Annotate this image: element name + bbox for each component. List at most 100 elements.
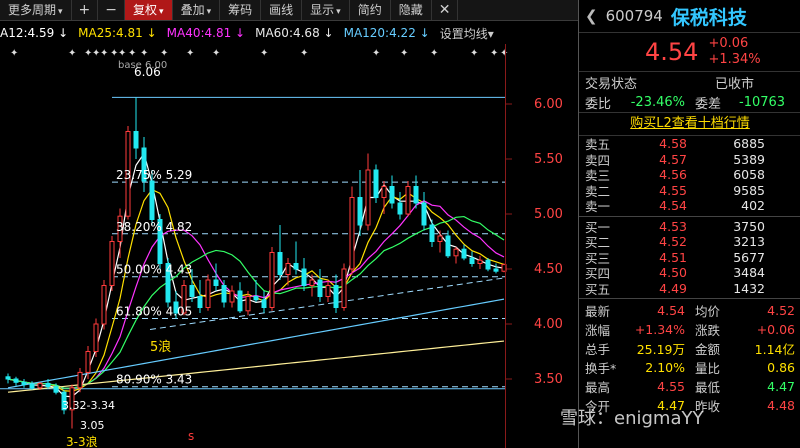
ma60-value: MA60:4.68 (255, 26, 320, 40)
fib-label: 61.80% 4.05 (116, 305, 192, 319)
ma-settings-label: 设置均线 (439, 26, 488, 41)
stat-label: 涨幅 (585, 323, 611, 338)
candle-down (373, 169, 379, 198)
trade-state-value: 已收市 (715, 76, 755, 92)
buy-l2-link[interactable]: 购买L2查看十档行情 (579, 113, 800, 136)
candle-up (477, 259, 483, 264)
stat-value: 4.48 (767, 398, 795, 413)
ask-volume: 5389 (733, 151, 765, 167)
signal-marker: ✦ (300, 48, 308, 59)
bid-price: 4.50 (659, 265, 687, 281)
chevron-down-icon: ▾ (336, 7, 341, 17)
candle-down (445, 235, 451, 257)
candle-up (85, 351, 91, 373)
arrow-down-icon: ↓ (235, 26, 246, 40)
stat-label: 最新 (585, 304, 611, 319)
bid-volume: 5677 (733, 249, 765, 265)
zoom-out-button[interactable]: − (98, 0, 126, 20)
candle-down (397, 202, 403, 215)
trade-state-block: 交易状态 已收市 委比 -23.46% 委差 -10763 (579, 72, 800, 113)
weicha-value: -10763 (739, 94, 786, 110)
candle-down (485, 259, 491, 270)
bid-price: 4.53 (659, 218, 687, 234)
signal-marker: ✦ (490, 48, 498, 59)
price-axis-label: 4.00 (534, 317, 563, 332)
candle-down (53, 386, 59, 393)
candle-down (461, 248, 467, 259)
candle-up (349, 197, 355, 270)
signal-marker: ✦ (260, 48, 268, 59)
ma40-label: MA40:4.81 ↓ (167, 26, 245, 40)
display-dropdown[interactable]: 显示 ▾ (302, 0, 350, 20)
candle-down (45, 382, 51, 388)
stat-value: 4.54 (657, 303, 685, 318)
price-axis-label: 4.50 (534, 262, 563, 277)
candle-up (341, 268, 347, 308)
stats-row: 涨幅 +1.34% 涨跌 +0.06 (579, 320, 800, 339)
chevron-down-icon: ▾ (206, 7, 212, 17)
chip-button[interactable]: 筹码 (220, 0, 262, 20)
display-label: 显示 (310, 3, 335, 17)
watermark: 雪球：enigmaYY (560, 408, 704, 429)
signal-marker: ✦ (140, 48, 148, 59)
candle-up (245, 296, 251, 312)
nav-left-icon[interactable]: ❮ (585, 7, 598, 25)
hide-button[interactable]: 隐藏 (391, 0, 432, 20)
signal-marker: ✦ (10, 48, 18, 59)
stat-label: 金额 (695, 342, 721, 357)
ask-volume: 402 (741, 198, 765, 214)
draw-line-button[interactable]: 画线 (261, 0, 303, 20)
ask-row[interactable]: 卖一 4.54 402 (579, 198, 800, 214)
candle-up (325, 285, 331, 297)
stat-value: 25.19万 (636, 342, 685, 357)
low-price-label: 3.05 (80, 419, 105, 432)
overlay-dropdown[interactable]: 叠加 ▾ (173, 0, 221, 20)
stats-row: 最新 4.54 均价 4.52 (579, 301, 800, 320)
stat-label: 最高 (585, 380, 611, 395)
stat-value: 4.52 (767, 303, 795, 318)
price-axis-label: 6.00 (534, 97, 563, 112)
bid-row[interactable]: 买五 4.49 1432 (579, 281, 800, 297)
signal-marker: ✦ (118, 48, 126, 59)
period-dropdown[interactable]: 更多周期 ▾ (0, 0, 72, 20)
zoom-in-button[interactable]: + (72, 0, 99, 20)
wave-label: 5浪 (150, 340, 171, 355)
ma25-value: MA25:4.81 (78, 26, 143, 40)
kline-chart[interactable]: 6.00 5.50 5.00 4.50 4.00 3.50 23.75% 5.29 38.20… (0, 44, 578, 448)
ma-settings-link[interactable]: 设置均线▾ (440, 25, 494, 42)
candle-down (149, 180, 155, 220)
simple-button[interactable]: 简约 (350, 0, 391, 20)
candle-up (101, 285, 107, 325)
candle-up (381, 186, 387, 198)
order-book: 卖五 4.58 6885 卖四 4.57 5389 卖三 4.56 6058 卖二 4.55 9585… (579, 136, 800, 297)
candle-down (389, 186, 395, 204)
price-change-pct: +1.34% (708, 52, 761, 67)
bid-volume: 3213 (733, 234, 765, 250)
signal-marker: ✦ (100, 48, 108, 59)
stats-table: 最新 4.54 均价 4.52 涨幅 +1.34% 涨跌 +0.06 总手 25.19万 金额 1.1… (579, 301, 800, 415)
signal-marker: ✦ (212, 48, 220, 59)
signal-marker: ✦ (186, 48, 194, 59)
price-block: 4.54 +0.06 +1.34% (579, 33, 800, 72)
signal-marker: ✦ (128, 48, 136, 59)
price-axis-label: 5.00 (534, 207, 563, 222)
candle-up (285, 263, 291, 275)
signal-marker: ✦ (68, 48, 76, 59)
bid-price: 4.52 (659, 234, 687, 250)
candle-up (309, 279, 315, 286)
low-range-label: 3.32-3.34 (62, 399, 115, 412)
bottom-note-label: 3-3浪 (66, 434, 98, 448)
weicha-label: 委差 (695, 96, 722, 112)
fuquan-label: 复权 (133, 3, 158, 17)
chart-toolbar: 更多周期 ▾ + − 复权 ▾ 叠加 ▾ 筹码 画线 显示 ▾ 简约 隐藏 ✕ (0, 0, 578, 21)
candle-down (197, 296, 203, 308)
candle-down (357, 197, 363, 226)
fib-label: 80.90% 3.43 (116, 373, 192, 387)
fuquan-dropdown[interactable]: 复权 ▾ (125, 0, 173, 20)
ma-legend: A12:4.59 ↓ MA25:4.81 ↓ MA40:4.81 ↓ MA60:… (0, 24, 578, 42)
price-axis-label: 5.50 (534, 152, 563, 167)
candle-up (405, 186, 411, 215)
ask-price: 4.57 (659, 151, 687, 167)
signal-marker: ✦ (430, 48, 438, 59)
close-icon[interactable]: ✕ (432, 0, 459, 20)
